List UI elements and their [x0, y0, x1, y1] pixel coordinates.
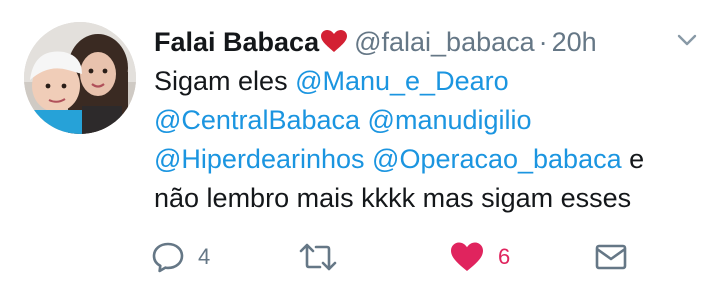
envelope-icon	[594, 242, 628, 272]
direct-message-button[interactable]	[594, 233, 628, 281]
tweet-text: Sigam eles @Manu_e_Dearo @CentralBabaca @…	[154, 62, 694, 218]
mention-link[interactable]: @Manu_e_Dearo	[295, 66, 509, 96]
tweet-text-line: não lembro mais kkkk mas sigam esses	[154, 179, 694, 218]
reply-count: 4	[198, 244, 211, 269]
tweet-text-line: Sigam eles @Manu_e_Dearo	[154, 62, 694, 101]
like-button[interactable]: 6	[448, 233, 510, 281]
tweet-header: Falai Babaca @falai_babaca · 20h	[154, 24, 597, 60]
tweet-actions: 4 6	[0, 233, 720, 281]
reply-icon	[150, 239, 186, 275]
heart-filled-icon	[448, 239, 486, 275]
retweet-icon	[298, 239, 338, 275]
reply-button[interactable]: 4	[150, 233, 210, 281]
separator-dot: ·	[538, 27, 548, 57]
tweet-text-segment	[360, 105, 368, 135]
tweet-text-segment: e	[621, 144, 645, 174]
chevron-down-icon[interactable]	[674, 30, 700, 50]
display-name[interactable]: Falai Babaca	[154, 27, 319, 57]
tweet-card[interactable]: Falai Babaca @falai_babaca · 20h Sigam eles…	[0, 0, 720, 295]
user-handle[interactable]: @falai_babaca	[354, 27, 535, 57]
tweet-text-line: @CentralBabaca @manudigilio	[154, 101, 694, 140]
like-count: 6	[498, 244, 511, 269]
tweet-text-line: @Hiperdearinhos @Operacao_babaca e	[154, 140, 694, 179]
tweet-text-segment: não lembro mais kkkk mas sigam esses	[154, 183, 632, 213]
mention-link[interactable]: @CentralBabaca	[154, 105, 360, 135]
timestamp[interactable]: 20h	[552, 27, 597, 57]
mention-link[interactable]: @Operacao_babaca	[372, 144, 622, 174]
avatar[interactable]	[24, 22, 136, 134]
red-heart-emoji-icon	[320, 26, 348, 52]
mention-link[interactable]: @manudigilio	[368, 105, 532, 135]
tweet-text-segment: Sigam eles	[154, 66, 296, 96]
retweet-button[interactable]	[298, 233, 350, 281]
mention-link[interactable]: @Hiperdearinhos	[154, 144, 365, 174]
tweet-text-segment	[365, 144, 373, 174]
